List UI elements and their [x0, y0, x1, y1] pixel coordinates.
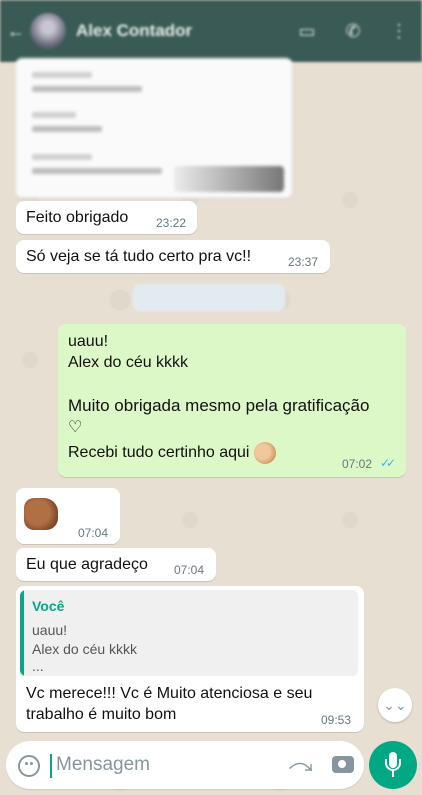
- outgoing-message[interactable]: uauu! Alex do céu kkkk Muito obrigada me…: [58, 324, 406, 477]
- more-vert-icon[interactable]: ⋮: [376, 21, 422, 42]
- message-line: Muito obrigada mesmo pela gratificação: [68, 396, 370, 415]
- message-line: Vc merece!!! Vc é Muito atenciosa e seu: [26, 685, 313, 702]
- arrow-left-icon[interactable]: ←: [2, 21, 30, 42]
- emoji-icon[interactable]: [18, 755, 40, 777]
- message-text: Feito obrigado: [26, 209, 129, 226]
- message-time: 09:53: [321, 713, 352, 727]
- incoming-message[interactable]: Feito obrigado 23:22: [16, 201, 197, 234]
- message-line: Alex do céu kkkk: [68, 354, 189, 371]
- chevrons-down-icon: ⌄⌄: [383, 697, 407, 713]
- message-line: ♡: [68, 419, 83, 436]
- phone-icon[interactable]: ✆: [330, 21, 376, 42]
- avatar[interactable]: [30, 13, 66, 49]
- message-line: Recebi tudo certinho aqui: [68, 442, 276, 464]
- fist-bump-icon: [24, 498, 58, 530]
- contact-name[interactable]: Alex Contador: [76, 21, 284, 41]
- scroll-down-button[interactable]: ⌄⌄: [378, 688, 412, 722]
- message-time: 07:04: [78, 526, 109, 540]
- incoming-message[interactable]: Eu que agradeço 07:04: [16, 548, 216, 581]
- shared-image-message[interactable]: [16, 58, 292, 198]
- chat-header: ← Alex Contador ▭ ✆ ⋮: [0, 0, 422, 62]
- message-time: 23:37: [288, 255, 319, 269]
- quote-line: ...: [32, 658, 44, 674]
- incoming-message[interactable]: Só veja se tá tudo certo pra vc!! 23:37: [16, 240, 330, 273]
- video-call-icon[interactable]: ▭: [284, 21, 330, 42]
- message-text: Só veja se tá tudo certo pra vc!!: [26, 248, 252, 265]
- message-line-text: Recebi tudo certinho aqui: [68, 444, 250, 462]
- message-line: uauu!: [68, 333, 109, 350]
- camera-icon[interactable]: [332, 756, 354, 773]
- paperclip-icon[interactable]: ⤵: [284, 750, 318, 784]
- date-separator: [133, 284, 285, 311]
- message-line: trabalho é muito bom: [26, 706, 177, 723]
- incoming-message[interactable]: Você uauu! Alex do céu kkkk ... Vc merec…: [16, 586, 364, 732]
- quote-author: Você: [32, 598, 65, 614]
- quoted-message[interactable]: Você uauu! Alex do céu kkkk ...: [20, 590, 358, 676]
- message-time: 23:22: [156, 216, 187, 230]
- read-receipt-icon: ✓✓: [380, 456, 396, 470]
- clapping-hands-icon: [253, 442, 276, 464]
- message-time: 07:04: [174, 563, 205, 577]
- text-cursor: [50, 754, 52, 778]
- message-composer: ⤵: [6, 741, 364, 789]
- message-time: 07:02: [342, 457, 373, 471]
- message-input[interactable]: [56, 751, 276, 779]
- quote-line: Alex do céu kkkk: [32, 641, 138, 657]
- voice-record-button[interactable]: [369, 741, 417, 789]
- incoming-message[interactable]: 07:04: [16, 488, 120, 544]
- message-text: Eu que agradeço: [26, 556, 148, 573]
- quote-bar: [20, 590, 24, 676]
- quote-line: uauu!: [32, 622, 68, 638]
